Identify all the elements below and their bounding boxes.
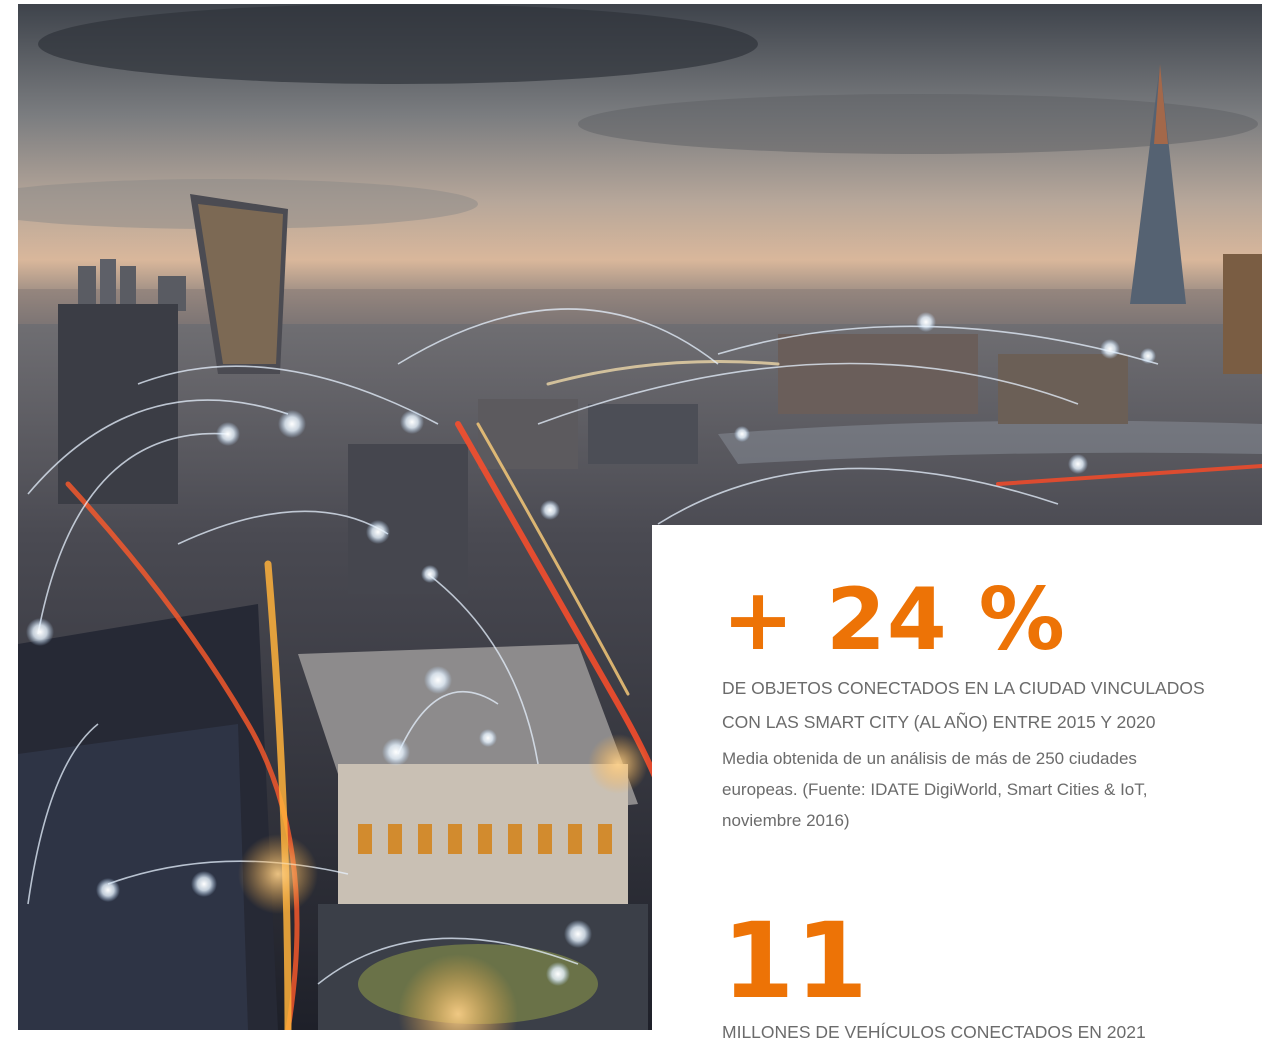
stat-label-line: CON LAS SMART CITY (AL AÑO) ENTRE 2015 Y… — [722, 712, 1156, 732]
stat-label: MILLONES DE VEHÍCULOS CONECTADOS EN 2021 — [722, 1015, 1252, 1049]
stat-label: DE OBJETOS CONECTADOS EN LA CIUDAD VINCU… — [722, 671, 1252, 739]
stat-label-line: DE OBJETOS CONECTADOS EN LA CIUDAD VINCU… — [722, 678, 1205, 698]
stat-note-line: Media obtenida de un análisis de más de … — [722, 749, 1137, 768]
stat-label-line: MILLONES DE VEHÍCULOS CONECTADOS EN 2021 — [722, 1022, 1146, 1042]
stat-source-note: Media obtenida de un análisis de más de … — [722, 743, 1252, 836]
stat-note-line: noviembre 2016) — [722, 811, 850, 830]
stat-block-connected-vehicles: 11 MILLONES DE VEHÍCULOS CONECTADOS EN 2… — [722, 909, 1252, 1049]
stats-card: + 24 % DE OBJETOS CONECTADOS EN LA CIUDA… — [652, 525, 1272, 1042]
stat-note-line: europeas. (Fuente: IDATE DigiWorld, Smar… — [722, 780, 1148, 799]
stat-value-vehicles: 11 — [722, 900, 869, 1022]
stat-value-growth: + 24 % — [722, 570, 1066, 670]
stat-block-connected-objects: + 24 % DE OBJETOS CONECTADOS EN LA CIUDA… — [722, 577, 1252, 836]
